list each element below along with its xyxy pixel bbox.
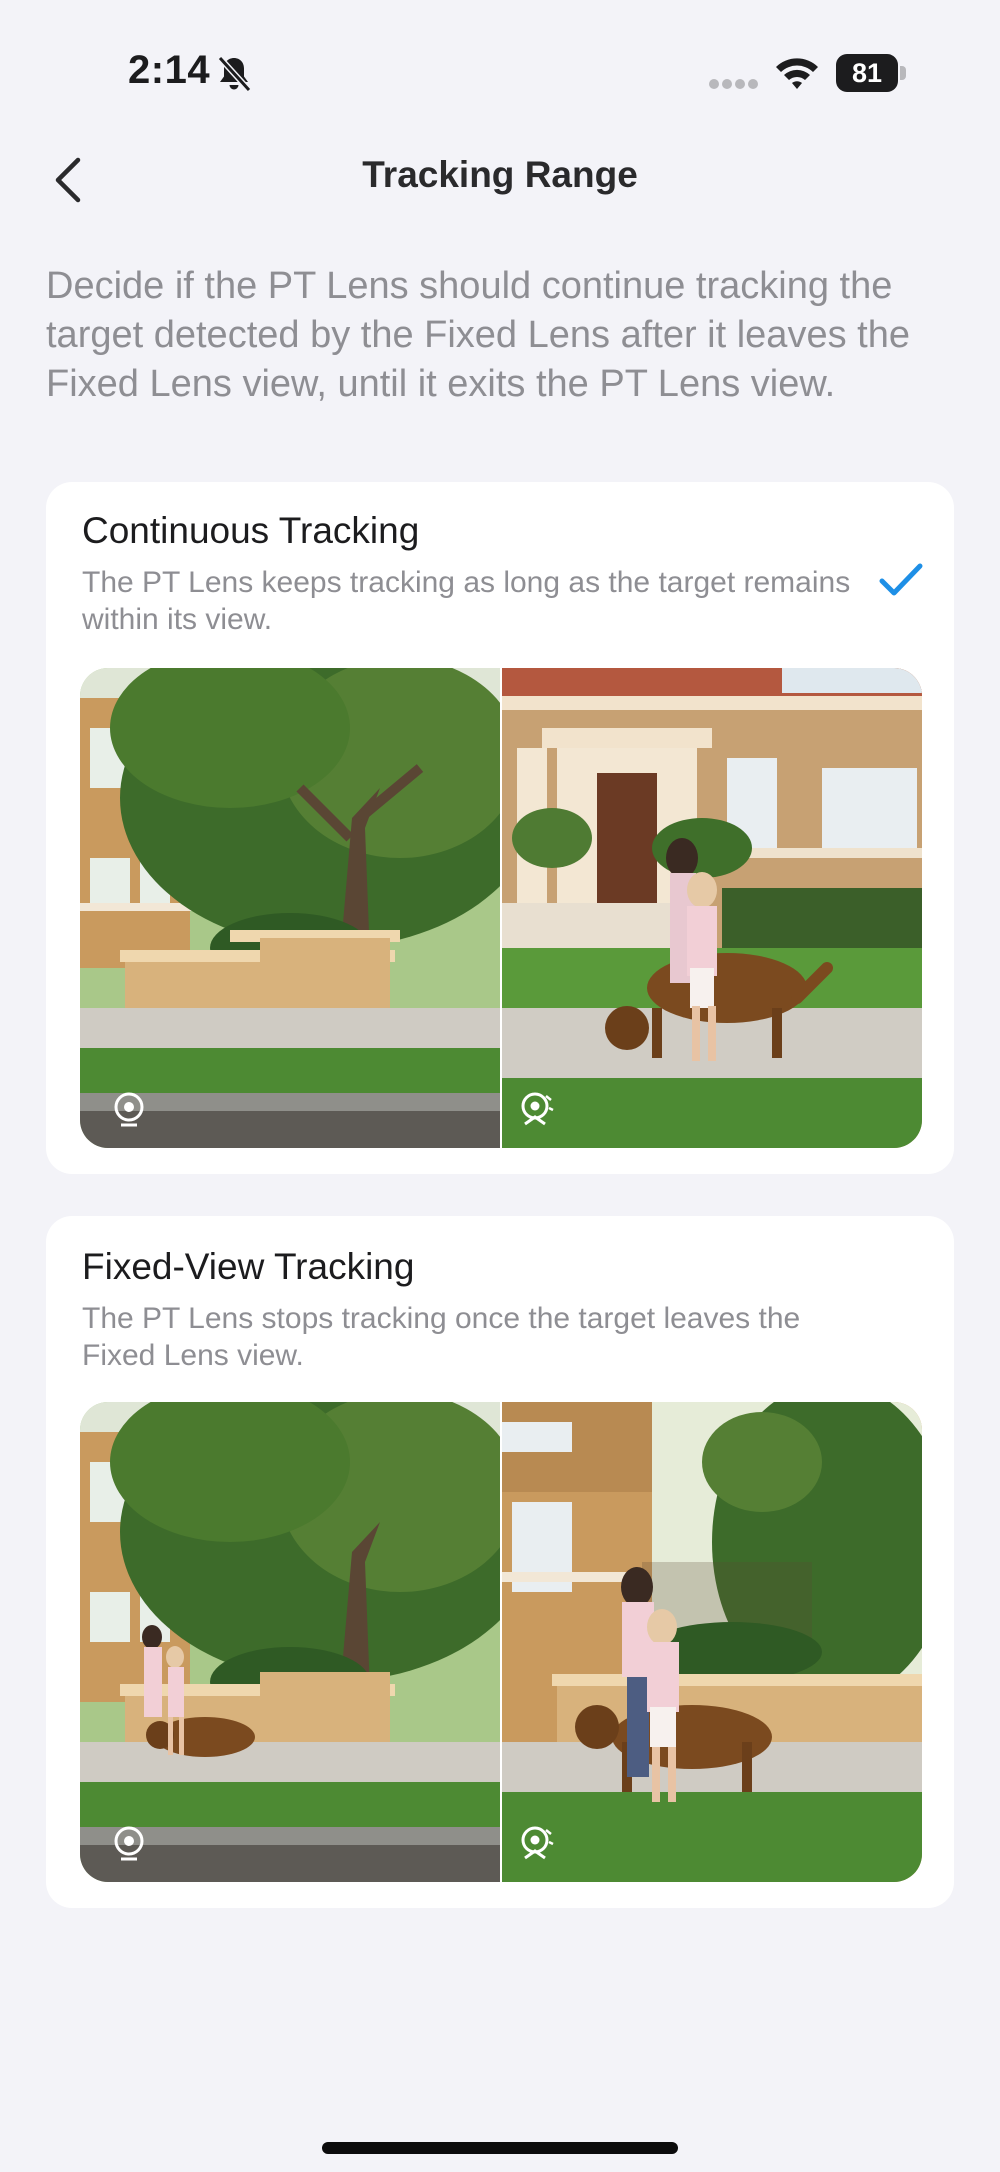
checkmark-icon — [879, 563, 923, 596]
option-title: Fixed-View Tracking — [82, 1246, 415, 1287]
option-description: The PT Lens stops tracking once the targ… — [82, 1302, 801, 1372]
battery-icon: 81 — [836, 54, 908, 92]
intro-description: Decide if the PT Lens should continue tr… — [46, 265, 910, 405]
battery-cap — [900, 66, 906, 80]
continuous-tracking-preview-image — [80, 668, 922, 1148]
nav-bar: Tracking Range — [0, 140, 1000, 220]
cellular-signal-icon — [709, 79, 758, 89]
status-bar: 2:14 81 — [0, 0, 1000, 140]
wifi-icon — [776, 58, 818, 89]
status-time: 2:14 — [128, 48, 211, 92]
option-continuous-tracking[interactable]: Continuous Tracking The PT Lens keeps tr… — [46, 482, 954, 1174]
fixed-lens-icon — [114, 1826, 144, 1861]
bell-slash-icon — [217, 55, 252, 93]
fixed-lens-view — [80, 1402, 500, 1882]
preview-divider — [500, 1402, 502, 1882]
option-fixed-view-tracking[interactable]: Fixed-View Tracking The PT Lens stops tr… — [46, 1216, 954, 1908]
pt-lens-view — [502, 1402, 922, 1882]
fixed-view-tracking-preview-image — [80, 1402, 922, 1882]
pt-lens-icon — [521, 1826, 554, 1860]
fixed-lens-view — [80, 668, 500, 1148]
page-title: Tracking Range — [362, 154, 638, 195]
battery-level: 81 — [851, 58, 883, 88]
home-indicator[interactable] — [322, 2142, 678, 2154]
preview-divider — [500, 668, 502, 1148]
option-title: Continuous Tracking — [82, 510, 420, 551]
pt-lens-icon — [521, 1092, 554, 1126]
pt-lens-view — [502, 668, 922, 1148]
option-description: The PT Lens keeps tracking as long as th… — [82, 566, 851, 636]
fixed-lens-icon — [114, 1092, 144, 1127]
